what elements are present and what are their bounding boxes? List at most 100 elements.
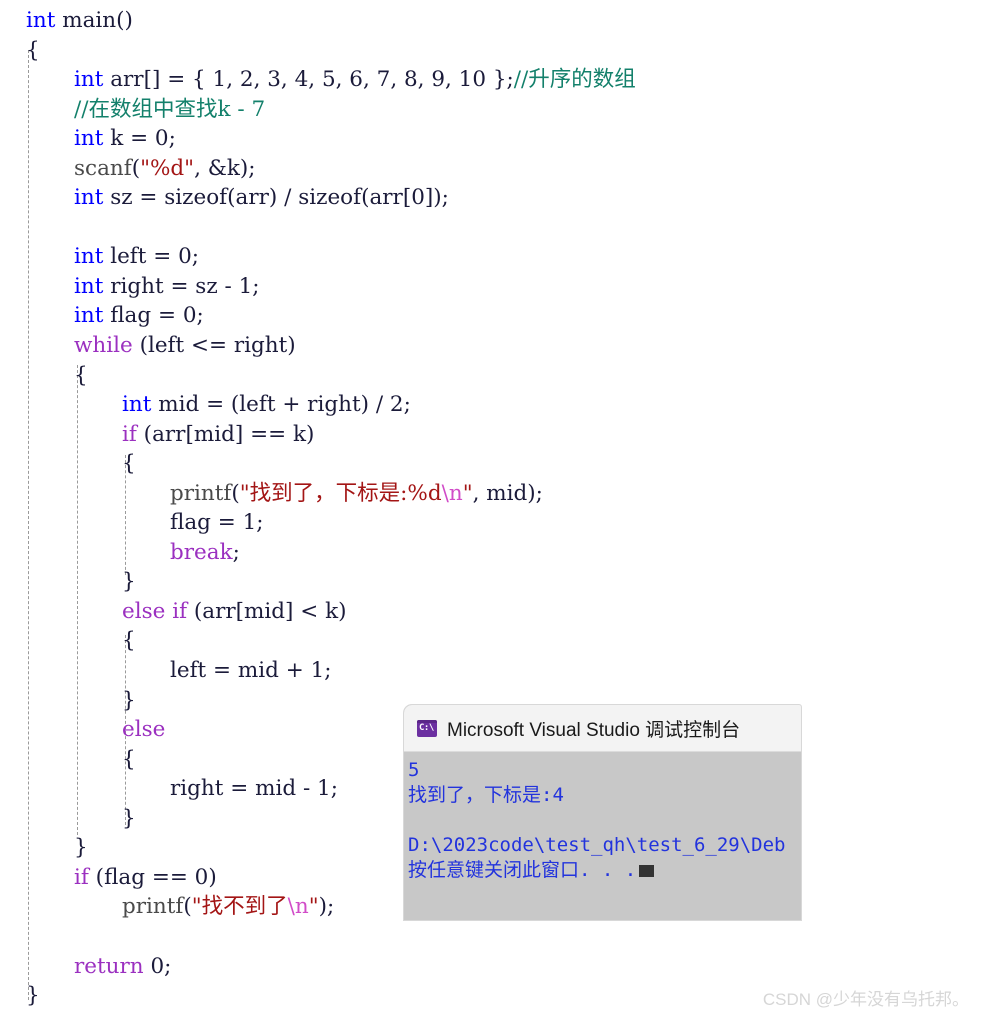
code-token: (left <= right) bbox=[132, 333, 296, 359]
code-token: ( bbox=[131, 155, 141, 181]
code-token: else if bbox=[122, 598, 188, 624]
code-token: int bbox=[74, 67, 104, 93]
code-line: return 0; bbox=[0, 952, 983, 982]
console-title: Microsoft Visual Studio 调试控制台 bbox=[447, 719, 741, 741]
code-line: left = mid + 1; bbox=[0, 656, 983, 686]
code-line: //在数组中查找k - 7 bbox=[0, 95, 983, 125]
code-token: int bbox=[122, 392, 152, 418]
code-token: } bbox=[122, 569, 136, 595]
code-token: int bbox=[74, 273, 104, 299]
code-token: ( bbox=[231, 480, 240, 506]
code-line: while (left <= right) bbox=[0, 331, 983, 361]
code-token: (arr[mid] < k) bbox=[187, 598, 347, 624]
code-token: (arr) / bbox=[227, 185, 299, 211]
code-token: right = sz - 1; bbox=[103, 273, 260, 299]
code-line: break; bbox=[0, 538, 983, 568]
code-line: int arr[] = { 1, 2, 3, 4, 5, 6, 7, 8, 9,… bbox=[0, 65, 983, 95]
code-token: } bbox=[26, 983, 40, 1009]
code-token: left = 0; bbox=[103, 244, 200, 270]
code-line: flag = 1; bbox=[0, 508, 983, 538]
console-output-text: 按任意键关闭此窗口. . . bbox=[408, 859, 637, 881]
code-token: //在数组中查找k - 7 bbox=[74, 96, 266, 122]
code-token: int bbox=[74, 126, 104, 152]
code-token: ( bbox=[183, 894, 192, 920]
code-token: (arr[0]); bbox=[361, 185, 449, 211]
console-output-line: 找到了，下标是:4 bbox=[408, 783, 801, 808]
console-output-line: D:\2023code\test_qh\test_6_29\Deb bbox=[408, 833, 801, 858]
code-token: sz = bbox=[103, 185, 165, 211]
code-token: (flag == 0) bbox=[88, 864, 217, 890]
code-line: int main() bbox=[0, 6, 983, 36]
code-line: } bbox=[0, 567, 983, 597]
code-line: { bbox=[0, 361, 983, 391]
code-token: break bbox=[170, 539, 233, 565]
code-token: { bbox=[74, 362, 88, 388]
console-title-bar[interactable]: C:\ Microsoft Visual Studio 调试控制台 bbox=[404, 705, 801, 752]
console-app-icon: C:\ bbox=[417, 719, 437, 737]
code-token: sizeof bbox=[298, 185, 362, 211]
code-line: int k = 0; bbox=[0, 124, 983, 154]
code-token: ); bbox=[318, 894, 335, 920]
code-token: int bbox=[74, 244, 104, 270]
code-token: printf bbox=[122, 894, 184, 920]
code-token: else bbox=[122, 717, 166, 743]
code-token: { bbox=[122, 451, 136, 477]
code-token: "%d" bbox=[140, 155, 195, 181]
code-line: { bbox=[0, 626, 983, 656]
code-token: \n bbox=[441, 480, 463, 506]
code-token: k = 0; bbox=[103, 126, 176, 152]
console-output[interactable]: 5 找到了，下标是:4 D:\2023code\test_qh\test_6_29… bbox=[404, 752, 801, 920]
console-output-line: 按任意键关闭此窗口. . . bbox=[408, 858, 801, 883]
code-token: main() bbox=[55, 8, 133, 33]
console-output-text: D:\2023code\test_qh\test_6_29\Deb bbox=[408, 834, 786, 856]
console-icon-label: C:\ bbox=[419, 722, 434, 733]
code-token: right = mid - 1; bbox=[170, 776, 338, 802]
code-token: flag = 1; bbox=[170, 510, 264, 536]
code-token: 0; bbox=[143, 953, 172, 979]
code-token: " bbox=[308, 894, 319, 920]
console-cursor bbox=[639, 865, 655, 877]
code-token: if bbox=[74, 864, 89, 890]
code-token: sizeof bbox=[164, 185, 228, 211]
code-line: int sz = sizeof(arr) / sizeof(arr[0]); bbox=[0, 183, 983, 213]
code-token: while bbox=[74, 333, 133, 359]
code-token: { bbox=[122, 628, 136, 654]
code-token: "找到了，下标是:%d bbox=[239, 480, 442, 506]
code-token: , mid); bbox=[472, 480, 543, 506]
code-token: return bbox=[74, 953, 144, 979]
code-token: int bbox=[26, 8, 56, 33]
code-token: mid = (left + right) / 2; bbox=[151, 392, 411, 418]
code-token: int bbox=[74, 303, 104, 329]
code-line: int mid = (left + right) / 2; bbox=[0, 390, 983, 420]
code-token: { bbox=[122, 746, 136, 772]
code-token: } bbox=[74, 835, 88, 861]
console-output-text: 找到了，下标是:4 bbox=[408, 784, 564, 806]
code-line: if (arr[mid] == k) bbox=[0, 420, 983, 450]
code-line: int left = 0; bbox=[0, 242, 983, 272]
csdn-watermark: CSDN @少年没有乌托邦。 bbox=[762, 990, 969, 1009]
code-line: { bbox=[0, 36, 983, 66]
console-output-text: 5 bbox=[408, 759, 420, 781]
code-token: scanf bbox=[74, 155, 132, 181]
code-line: else if (arr[mid] < k) bbox=[0, 597, 983, 627]
debug-console-window[interactable]: C:\ Microsoft Visual Studio 调试控制台 5 找到了，下… bbox=[404, 705, 801, 920]
code-line: printf("找到了，下标是:%d\n", mid); bbox=[0, 479, 983, 509]
code-token: if bbox=[122, 421, 137, 447]
code-token: printf bbox=[170, 480, 232, 506]
code-token: int bbox=[74, 185, 104, 211]
code-line: int right = sz - 1; bbox=[0, 272, 983, 302]
code-token: \n bbox=[287, 894, 309, 920]
code-token: } bbox=[122, 687, 136, 713]
code-token: flag = 0; bbox=[103, 303, 204, 329]
code-token: { bbox=[26, 37, 40, 63]
code-token: left = mid + 1; bbox=[170, 658, 332, 684]
code-token: " bbox=[462, 480, 473, 506]
code-line: scanf("%d", &k); bbox=[0, 154, 983, 184]
code-token: "找不到了 bbox=[191, 894, 288, 920]
code-token: (arr[mid] == k) bbox=[136, 421, 315, 447]
code-token: arr[] = { 1, 2, 3, 4, 5, 6, 7, 8, 9, 10 … bbox=[103, 67, 514, 93]
code-line: int flag = 0; bbox=[0, 301, 983, 331]
